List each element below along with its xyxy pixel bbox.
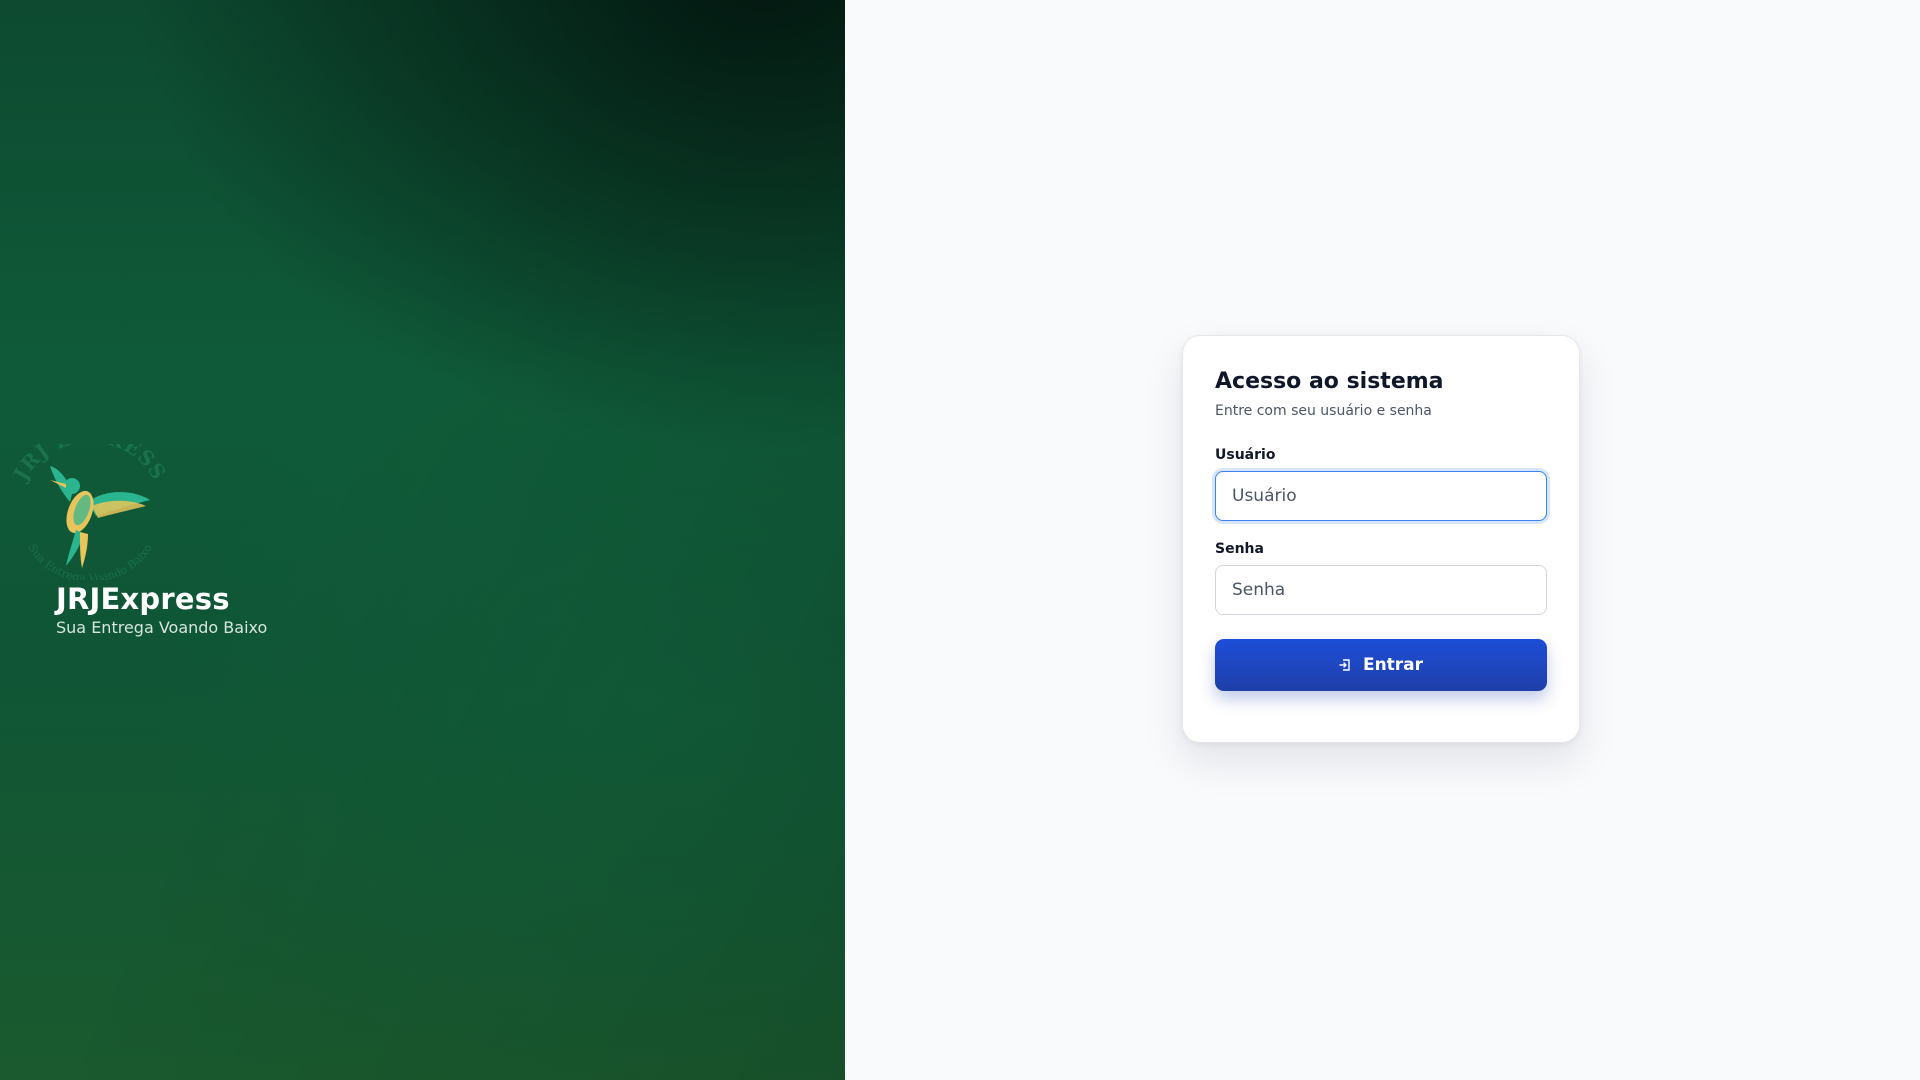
password-field-group: Senha — [1215, 541, 1547, 615]
login-main-area: Acesso ao sistema Entre com seu usuário … — [845, 0, 1920, 1080]
password-input[interactable] — [1215, 564, 1547, 615]
svg-text:JRJ EXPRESS: JRJ EXPRESS — [10, 444, 170, 486]
brand-name: JRJExpress — [56, 582, 230, 616]
login-subtitle: Entre com seu usuário e senha — [1215, 402, 1432, 419]
username-label: Usuário — [1215, 446, 1276, 463]
login-button[interactable]: Entrar — [1215, 638, 1547, 691]
login-button-label: Entrar — [1362, 654, 1424, 675]
password-label: Senha — [1215, 540, 1264, 557]
brand-hero-panel: JRJ EXPRESS Sua Entrega Voando Baixo — [0, 0, 845, 1080]
login-screen: JRJ EXPRESS Sua Entrega Voando Baixo — [0, 0, 1920, 1080]
brand-block: JRJ EXPRESS Sua Entrega Voando Baixo — [10, 444, 410, 637]
svg-text:Sua Entrega Voando Baixo: Sua Entrega Voando Baixo — [26, 542, 155, 580]
hummingbird-logo-icon: JRJ EXPRESS Sua Entrega Voando Baixo — [10, 444, 170, 580]
login-card: Acesso ao sistema Entre com seu usuário … — [1182, 335, 1580, 743]
username-field-group: Usuário — [1215, 447, 1547, 521]
sign-in-icon — [1339, 658, 1350, 671]
brand-tagline: Sua Entrega Voando Baixo — [56, 618, 268, 637]
username-input[interactable] — [1215, 470, 1547, 521]
login-title: Acesso ao sistema — [1215, 369, 1444, 394]
